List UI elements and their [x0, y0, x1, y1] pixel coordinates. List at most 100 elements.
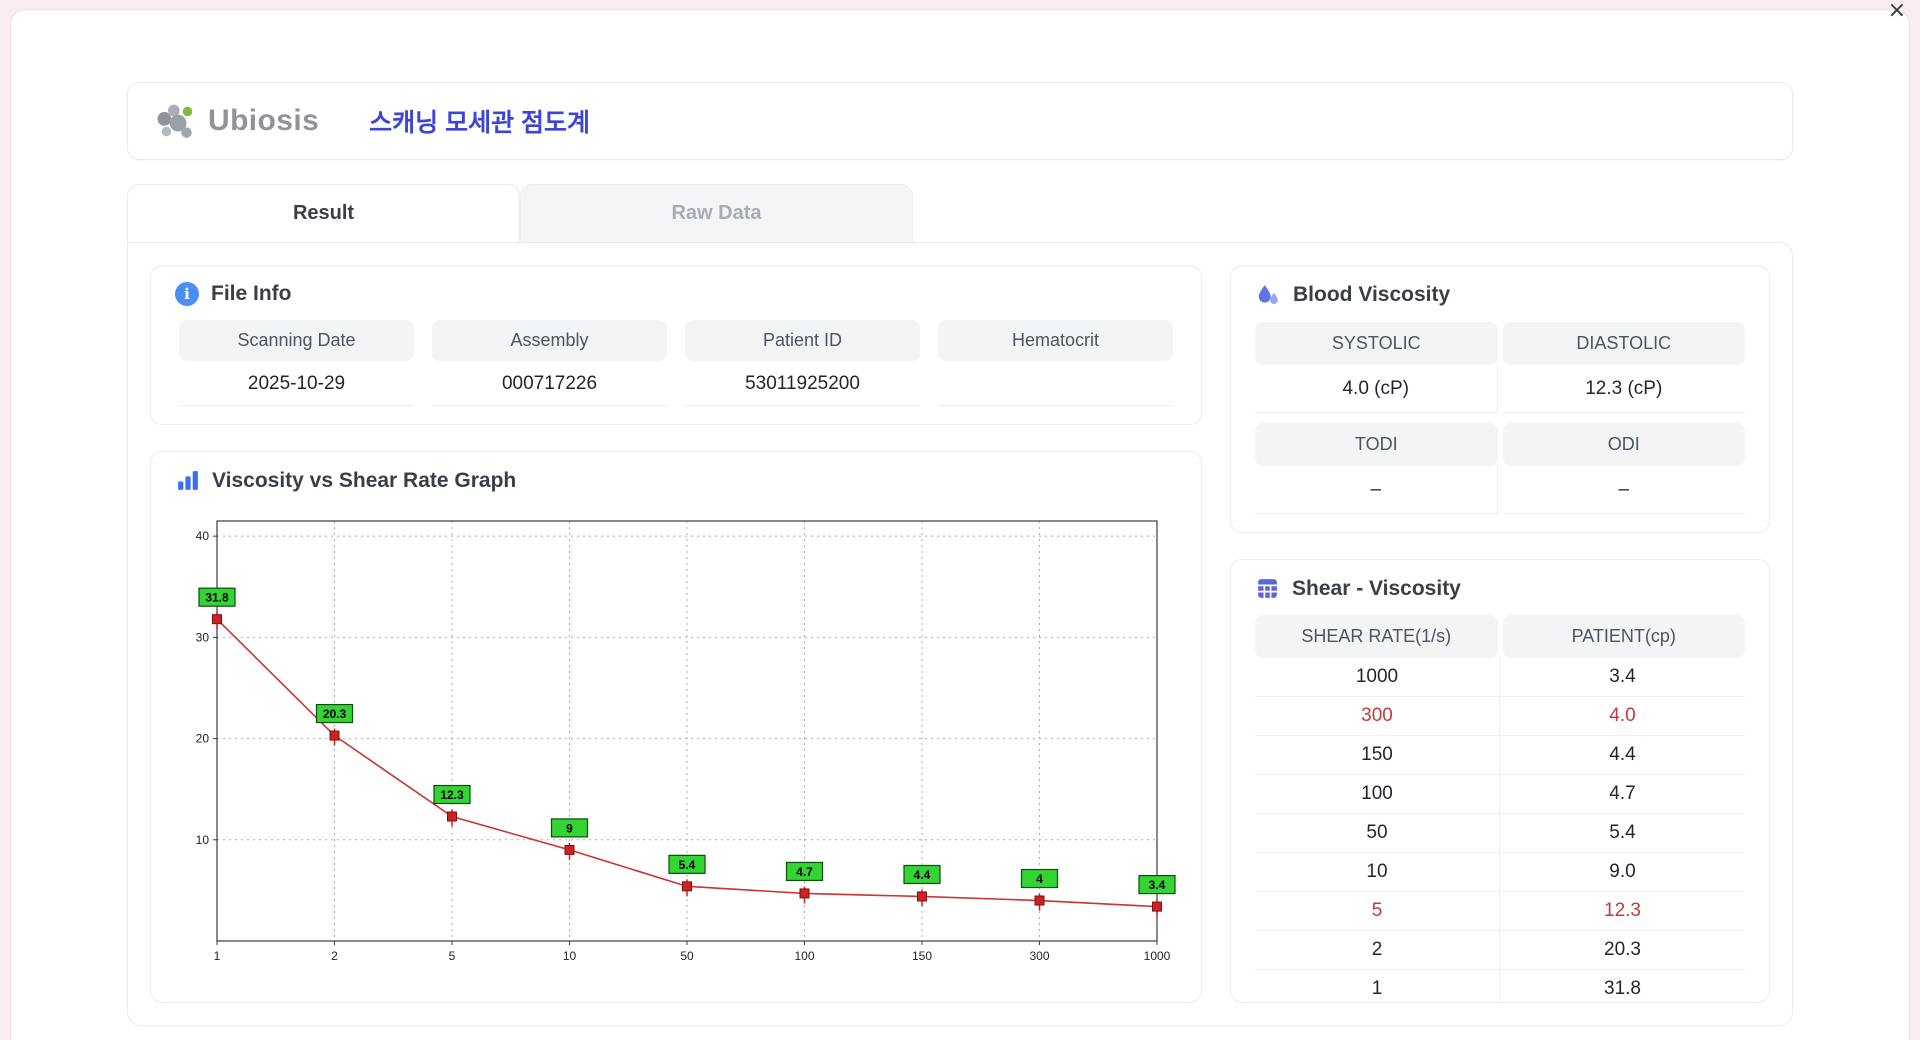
tab-bar: Result Raw Data — [127, 184, 1793, 242]
result-panel: i File Info Scanning Date 2025-10-29 Ass… — [127, 242, 1793, 1026]
app-title: 스캐닝 모세관 점도계 — [369, 109, 591, 137]
svg-text:20: 20 — [196, 732, 210, 746]
table-icon — [1258, 579, 1277, 598]
field-value — [938, 361, 1173, 406]
svg-text:10: 10 — [563, 949, 577, 963]
patient-cell: 5.4 — [1609, 822, 1636, 843]
patient-cell: 4.0 — [1609, 705, 1636, 726]
shear-table-row: 1 31.8 — [1255, 970, 1745, 1002]
patient-cell: 4.4 — [1609, 744, 1636, 765]
tab-result-label: Result — [292, 201, 355, 224]
file-info-card: i File Info Scanning Date 2025-10-29 Ass… — [150, 265, 1202, 425]
shear-table-row: 2 20.3 — [1255, 931, 1745, 970]
shear-table-row: 50 5.4 — [1255, 814, 1745, 853]
svg-text:5.4: 5.4 — [679, 858, 696, 872]
odi-value: – — [1502, 466, 1745, 514]
shear-table-row: 5 12.3 — [1255, 892, 1745, 931]
app-window: Ubiosis 스캐닝 모세관 점도계 Result Raw Data i Fi… — [10, 9, 1910, 1040]
patient-cell: 31.8 — [1604, 978, 1641, 999]
brand-name: Ubiosis — [208, 104, 320, 137]
svg-text:2: 2 — [331, 949, 338, 963]
patient-cell: 3.4 — [1609, 666, 1636, 687]
shear-rate-cell: 2 — [1255, 931, 1500, 969]
svg-text:100: 100 — [794, 949, 814, 963]
patient-cell: 12.3 — [1604, 900, 1641, 921]
shear-rate-cell: 10 — [1255, 853, 1500, 891]
diastolic-header: DIASTOLIC — [1502, 322, 1745, 365]
svg-text:30: 30 — [196, 630, 210, 644]
field-value: 2025-10-29 — [179, 361, 414, 406]
svg-text:12.3: 12.3 — [440, 788, 464, 802]
field-label: Scanning Date — [179, 320, 414, 361]
field-value: 53011925200 — [685, 361, 920, 406]
blood-viscosity-grid: SYSTOLIC DIASTOLIC 4.0 (cP) 12.3 (cP) TO… — [1255, 322, 1745, 514]
field-hematocrit: Hematocrit — [938, 320, 1173, 406]
window-close-icon[interactable]: × — [1888, 0, 1906, 22]
field-label: Patient ID — [685, 320, 920, 361]
svg-text:40: 40 — [196, 529, 210, 543]
file-info-title: File Info — [211, 282, 292, 305]
svg-text:4.4: 4.4 — [914, 868, 931, 882]
shear-rate-cell: 5 — [1255, 892, 1500, 930]
odi-header: ODI — [1502, 423, 1745, 466]
shear-viscosity-title: Shear - Viscosity — [1292, 576, 1461, 600]
svg-text:300: 300 — [1029, 949, 1049, 963]
shear-rate-cell: 50 — [1255, 814, 1500, 852]
shear-table-row: 10 9.0 — [1255, 853, 1745, 892]
shear-rate-column-header: SHEAR RATE(1/s) — [1255, 615, 1498, 658]
svg-text:31.8: 31.8 — [205, 591, 229, 605]
graph-card: Viscosity vs Shear Rate Graph 1 2 5 10 50 100… — [150, 451, 1202, 1003]
todi-value: – — [1255, 466, 1498, 514]
svg-text:50: 50 — [680, 949, 694, 963]
svg-text:20.3: 20.3 — [323, 707, 347, 721]
svg-text:4.7: 4.7 — [796, 865, 813, 879]
shear-rate-cell: 100 — [1255, 775, 1500, 813]
right-column: Blood Viscosity SYSTOLIC DIASTOLIC 4.0 (… — [1230, 265, 1770, 1003]
field-label: Hematocrit — [938, 320, 1173, 361]
left-column: i File Info Scanning Date 2025-10-29 Ass… — [150, 265, 1202, 1003]
svg-text:10: 10 — [196, 833, 210, 847]
brand-logo: Ubiosis — [156, 101, 319, 141]
svg-text:9: 9 — [566, 821, 573, 835]
blood-viscosity-card: Blood Viscosity SYSTOLIC DIASTOLIC 4.0 (… — [1230, 265, 1770, 533]
tab-raw-data[interactable]: Raw Data — [520, 184, 913, 242]
field-scanning-date: Scanning Date 2025-10-29 — [179, 320, 414, 406]
svg-text:1000: 1000 — [1144, 949, 1171, 963]
patient-cell: 20.3 — [1604, 939, 1641, 960]
droplet-icon — [1258, 285, 1278, 304]
info-icon: i — [175, 282, 199, 306]
tab-raw-data-label: Raw Data — [671, 202, 762, 224]
shear-table-row: 1000 3.4 — [1255, 658, 1745, 697]
patient-cell: 4.7 — [1609, 783, 1636, 804]
field-patient-id: Patient ID 53011925200 — [685, 320, 920, 406]
shear-rate-cell: 1000 — [1255, 658, 1500, 696]
shear-rate-cell: 150 — [1255, 736, 1500, 774]
svg-text:3.4: 3.4 — [1149, 878, 1166, 892]
viscosity-shear-rate-chart: 1 2 5 10 50 100 150 300 1000 10 20 30 40 31.8 20.3 12.3… — [196, 520, 1176, 963]
blood-viscosity-title: Blood Viscosity — [1293, 283, 1451, 306]
svg-text:4: 4 — [1036, 872, 1043, 886]
shear-rate-cell: 300 — [1255, 697, 1500, 735]
systolic-header: SYSTOLIC — [1255, 322, 1498, 365]
shear-table-row: 100 4.7 — [1255, 775, 1745, 814]
shear-table-row: 150 4.4 — [1255, 736, 1745, 775]
field-value: 000717226 — [432, 361, 667, 406]
bar-chart-icon — [178, 471, 198, 490]
tab-result[interactable]: Result — [127, 184, 520, 242]
patient-cell: 9.0 — [1609, 861, 1636, 882]
diastolic-value: 12.3 (cP) — [1502, 365, 1745, 413]
app-header: Ubiosis 스캐닝 모세관 점도계 — [127, 82, 1793, 160]
shear-rate-cell: 1 — [1255, 970, 1500, 1002]
patient-column-header: PATIENT(cp) — [1502, 615, 1745, 658]
todi-header: TODI — [1255, 423, 1498, 466]
svg-text:1: 1 — [214, 949, 221, 963]
shear-table-row: 300 4.0 — [1255, 697, 1745, 736]
shear-table-header: SHEAR RATE(1/s) PATIENT(cp) — [1255, 615, 1745, 658]
svg-text:150: 150 — [912, 949, 932, 963]
shear-viscosity-card: Shear - Viscosity SHEAR RATE(1/s) PATIEN… — [1230, 559, 1770, 1003]
ubiosis-logo-icon — [157, 104, 193, 138]
field-label: Assembly — [432, 320, 667, 361]
file-info-fields: Scanning Date 2025-10-29 Assembly 000717… — [175, 320, 1177, 406]
shear-table-body: 1000 3.4 300 4.0 150 4.4 100 4.7 50 5.4 10 9.0 5 12.3… — [1255, 658, 1745, 1002]
graph-title: Viscosity vs Shear Rate Graph — [212, 468, 517, 492]
